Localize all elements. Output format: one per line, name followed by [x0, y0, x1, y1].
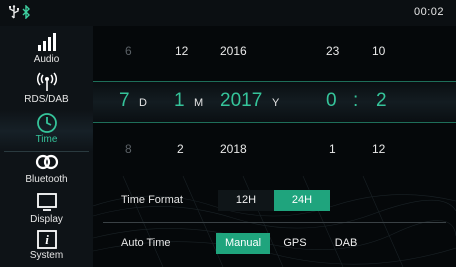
settings-divider — [103, 222, 446, 223]
auto-time-label: Auto Time — [121, 237, 171, 249]
sidebar-item-audio[interactable]: Audio — [0, 30, 93, 72]
sidebar-item-label: RDS/DAB — [24, 94, 69, 105]
prev-minute[interactable]: 10 — [372, 36, 385, 66]
current-day[interactable]: 7 — [119, 86, 130, 116]
month-unit-label: M — [194, 97, 204, 109]
sidebar-item-rds-dab[interactable]: RDS/DAB — [0, 70, 93, 112]
auto-time-selector: Manual GPS DAB — [216, 233, 376, 254]
prev-day[interactable]: 6 — [125, 36, 132, 66]
auto-time-row: Auto Time Manual GPS DAB — [93, 226, 456, 260]
next-minute[interactable]: 12 — [372, 134, 385, 164]
next-hour[interactable]: 1 — [329, 134, 336, 164]
next-year[interactable]: 2018 — [220, 134, 247, 164]
auto-time-dab-button[interactable]: DAB — [320, 233, 372, 254]
head-unit-screen: 00:02 Audio RDS/DAB Time Bluetooth Displ… — [0, 0, 456, 267]
status-clock: 00:02 — [413, 6, 444, 18]
bluetooth-link-icon — [0, 152, 93, 174]
current-year[interactable]: 2017 — [220, 86, 262, 116]
picker-row-current: 7 D 1 M 2017 Y 0 : 2 — [93, 86, 456, 116]
prev-hour[interactable]: 23 — [326, 36, 339, 66]
current-hour[interactable]: 0 — [326, 86, 337, 116]
time-format-label: Time Format — [121, 194, 183, 206]
display-icon — [0, 192, 93, 214]
next-month[interactable]: 2 — [177, 134, 184, 164]
picker-row-next: 8 2 2018 1 12 — [93, 134, 456, 164]
equalizer-bars-icon — [0, 32, 93, 54]
time-format-12h-button[interactable]: 12H — [218, 190, 274, 211]
current-month[interactable]: 1 — [174, 86, 185, 116]
sidebar-item-system[interactable]: i System — [0, 228, 93, 267]
sidebar-item-bluetooth[interactable]: Bluetooth — [0, 150, 93, 192]
prev-month[interactable]: 12 — [175, 36, 188, 66]
sidebar-item-display[interactable]: Display — [0, 190, 93, 232]
sidebar-item-time[interactable]: Time — [0, 110, 93, 152]
current-minute[interactable]: 2 — [376, 86, 387, 116]
auto-time-manual-button[interactable]: Manual — [216, 233, 270, 254]
sidebar-item-label: Display — [30, 214, 63, 225]
prev-year[interactable]: 2016 — [220, 36, 247, 66]
sidebar-item-label: System — [29, 250, 64, 261]
status-bar: 00:02 — [0, 0, 456, 26]
svg-text:i: i — [45, 232, 49, 247]
time-format-24h-button[interactable]: 24H — [274, 190, 330, 211]
bluetooth-icon — [21, 4, 31, 23]
settings-sidebar: Audio RDS/DAB Time Bluetooth Display i S… — [0, 26, 93, 267]
auto-time-gps-button[interactable]: GPS — [270, 233, 320, 254]
next-day[interactable]: 8 — [125, 134, 132, 164]
radio-signal-icon — [0, 72, 93, 94]
sidebar-item-label: Bluetooth — [25, 174, 68, 185]
time-separator: : — [353, 90, 359, 111]
sidebar-item-label: Audio — [33, 54, 60, 65]
year-unit-label: Y — [272, 97, 280, 109]
picker-row-previous: 6 12 2016 23 10 — [93, 36, 456, 66]
time-format-toggle: 12H 24H — [218, 190, 330, 211]
time-format-row: Time Format 12H 24H — [93, 183, 456, 217]
clock-icon — [0, 112, 93, 134]
usb-icon — [8, 5, 20, 23]
time-settings-panel: 6 12 2016 23 10 7 D 1 M 2017 Y 0 : 2 8 2… — [93, 26, 456, 267]
sidebar-item-label: Time — [35, 134, 58, 145]
info-icon: i — [0, 230, 93, 252]
day-unit-label: D — [139, 97, 147, 109]
